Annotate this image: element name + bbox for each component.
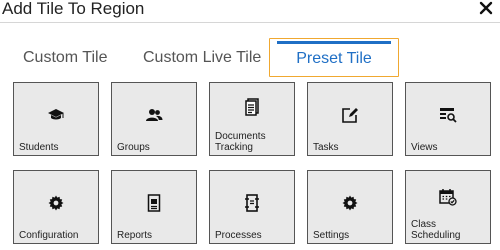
- tile-settings[interactable]: Settings: [307, 170, 393, 244]
- tile-reports[interactable]: Reports: [111, 170, 197, 244]
- dialog-title: Add Tile To Region: [2, 0, 145, 18]
- document-list-icon: [245, 98, 259, 116]
- tile-students-label: Students: [19, 142, 59, 153]
- tile-views-label: Views: [411, 142, 438, 153]
- dialog-header: Add Tile To Region: [0, 0, 500, 22]
- close-icon[interactable]: [478, 0, 494, 16]
- header-divider: [0, 22, 500, 23]
- tile-tasks[interactable]: Tasks: [307, 82, 393, 156]
- close-button[interactable]: [478, 0, 494, 16]
- tile-tasks-label: Tasks: [313, 142, 339, 153]
- gear-icon: [342, 195, 358, 211]
- graduation-cap-icon: [48, 109, 64, 120]
- tile-groups-label: Groups: [117, 142, 150, 153]
- tile-class-scheduling-label: Class Scheduling: [411, 219, 461, 241]
- gear-icon: [48, 195, 64, 211]
- tile-processes[interactable]: Processes: [209, 170, 295, 244]
- report-icon: [147, 194, 161, 212]
- tile-reports-label: Reports: [117, 230, 153, 241]
- process-icon: [245, 194, 259, 212]
- tile-type-tabs: Custom Tile Custom Live Tile Preset Tile: [0, 38, 500, 78]
- tab-preset-tile[interactable]: Preset Tile: [269, 38, 399, 77]
- calendar-check-icon: [439, 189, 457, 206]
- tab-custom-live-tile[interactable]: Custom Live Tile: [143, 38, 261, 76]
- tile-class-scheduling[interactable]: Class Scheduling: [405, 170, 491, 244]
- tile-configuration[interactable]: Configuration: [13, 170, 99, 244]
- list-search-icon: [440, 108, 457, 123]
- tab-preset-tile-label: Preset Tile: [296, 50, 372, 67]
- active-tab-indicator: [277, 41, 391, 44]
- tile-views[interactable]: Views: [405, 82, 491, 156]
- tab-custom-tile[interactable]: Custom Tile: [23, 38, 109, 76]
- tile-processes-label: Processes: [215, 230, 262, 241]
- add-tile-dialog: Add Tile To Region Custom Tile Custom Li…: [0, 0, 500, 250]
- tile-configuration-label: Configuration: [19, 230, 79, 241]
- tile-documents-tracking-label: Documents Tracking: [215, 131, 266, 153]
- task-edit-icon: [342, 108, 358, 123]
- tile-settings-label: Settings: [313, 230, 350, 241]
- tile-documents-tracking[interactable]: Documents Tracking: [209, 82, 295, 156]
- tile-students[interactable]: Students: [13, 82, 99, 156]
- users-icon: [146, 109, 163, 121]
- tile-groups[interactable]: Groups: [111, 82, 197, 156]
